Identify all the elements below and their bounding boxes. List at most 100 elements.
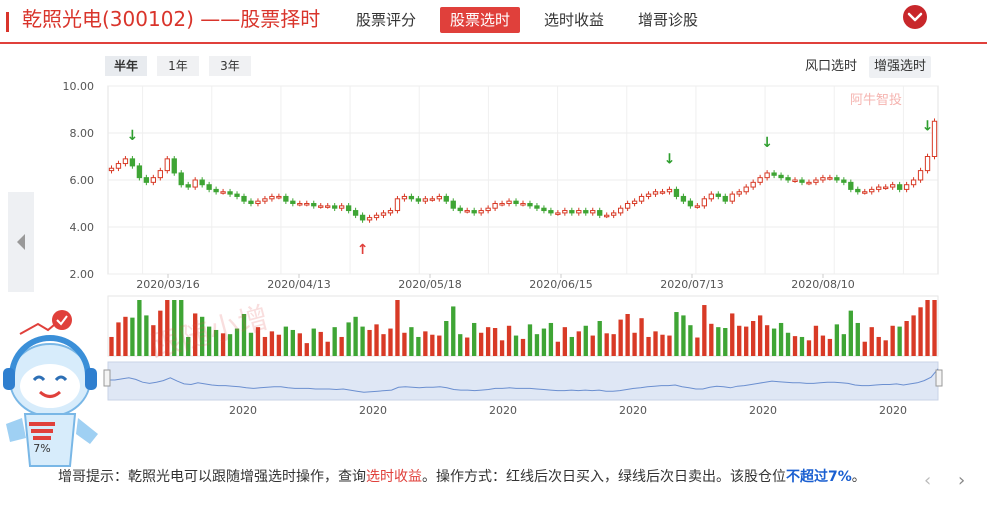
candle-down: [171, 158, 177, 174]
volume-bar: [555, 341, 561, 356]
candle-down: [785, 177, 791, 181]
previous-panel-button[interactable]: [8, 192, 34, 292]
range-half-year-button[interactable]: 半年: [105, 56, 147, 76]
y-tick-label: 10.00: [63, 80, 95, 93]
candle-up: [108, 167, 115, 172]
range-navigator[interactable]: 2020 2020 2020 2020 2020 2020: [103, 361, 943, 417]
volume-bar: [332, 327, 337, 356]
x-tick-label: 2020/04/13: [267, 278, 330, 291]
volume-bar: [890, 325, 895, 356]
next-tip-icon[interactable]: ›: [958, 470, 965, 491]
candle-down: [715, 193, 721, 197]
position-percent-label: 7%: [33, 442, 50, 455]
candle-down: [597, 210, 603, 216]
candle-down: [771, 172, 777, 176]
volume-bar: [911, 315, 916, 356]
previous-tip-icon[interactable]: ‹: [924, 470, 931, 491]
candle-down: [450, 200, 456, 209]
volume-bar: [764, 325, 770, 356]
candle-up: [757, 177, 763, 183]
volume-bar: [771, 328, 777, 356]
volume-bar: [841, 334, 847, 356]
volume-bar: [597, 321, 602, 356]
candle-down: [129, 158, 136, 167]
candle-up: [366, 217, 373, 221]
y-tick-label: 8.00: [70, 127, 95, 140]
candle-up: [562, 210, 568, 214]
volume-bar: [262, 336, 268, 356]
expand-menu-button[interactable]: [903, 5, 927, 29]
mode-trend-timing-button[interactable]: 风口选时: [800, 56, 862, 78]
x-tick-label: 2020/05/18: [398, 278, 461, 291]
volume-bar: [506, 325, 512, 356]
navigator-frame: [107, 361, 939, 401]
navigator-label: 2020: [359, 404, 387, 417]
candle-up: [729, 193, 735, 202]
buy-signal-arrow-icon: ↑: [357, 242, 369, 258]
navigator-label: 2020: [619, 404, 647, 417]
volume-bar: [451, 306, 456, 356]
candle-down: [541, 207, 547, 212]
range-3-year-button[interactable]: 3年: [209, 56, 251, 76]
volume-bar: [785, 332, 791, 356]
volume-bar: [848, 310, 853, 356]
candle-up: [750, 181, 756, 188]
volume-bar: [318, 331, 323, 356]
candle-up: [617, 207, 624, 214]
volume-bar: [339, 336, 344, 356]
position-limit-text: 不超过7%: [786, 469, 852, 485]
volume-bar: [116, 322, 121, 356]
candle-up: [883, 186, 889, 190]
volume-bar: [346, 322, 351, 356]
timing-returns-link[interactable]: 选时收益: [366, 469, 422, 485]
volume-bar: [918, 307, 923, 356]
volume-bar: [778, 322, 784, 356]
volume-bar: [604, 333, 609, 356]
x-tick-label: 2020/03/16: [136, 278, 199, 291]
candle-down: [443, 195, 449, 202]
volume-bar: [799, 336, 805, 356]
candle-down: [234, 193, 240, 197]
range-1-year-button[interactable]: 1年: [157, 56, 199, 76]
volume-bar: [325, 341, 330, 356]
tab-stock-timing[interactable]: 股票选时: [440, 7, 521, 33]
volume-bar: [353, 316, 358, 356]
volume-bar: [437, 335, 442, 356]
volume-bar: [813, 325, 819, 356]
candle-up: [485, 207, 491, 212]
volume-bar: [681, 315, 686, 356]
tab-timing-returns[interactable]: 选时收益: [534, 7, 614, 33]
candle-up: [666, 188, 673, 193]
volume-bar: [541, 328, 547, 356]
candle-up: [492, 203, 498, 209]
tab-stock-score[interactable]: 股票评分: [346, 7, 426, 33]
volume-bar: [695, 337, 700, 356]
mode-enhanced-timing-button[interactable]: 增强选时: [869, 56, 932, 78]
candle-up: [506, 200, 512, 205]
volume-bar: [639, 318, 644, 356]
candle-down: [457, 207, 463, 212]
tab-zengge-diagnosis[interactable]: 增哥诊股: [628, 7, 708, 33]
volume-bar: [395, 300, 400, 356]
candle-up: [436, 195, 442, 200]
candle-down: [687, 200, 694, 207]
volume-bar: [827, 338, 833, 356]
volume-bar: [290, 329, 295, 356]
candle-up: [276, 195, 282, 199]
candle-up: [876, 186, 882, 190]
volume-bar: [562, 327, 568, 356]
candle-up: [499, 203, 505, 206]
candle-up: [652, 191, 659, 195]
y-tick-label: 6.00: [70, 174, 95, 187]
volume-bar: [925, 300, 930, 356]
volume-bar: [534, 334, 540, 356]
tip-prefix: 增哥提示：乾照光电可以跟随增强选时操作，查询: [58, 469, 366, 485]
volume-bar: [485, 327, 491, 356]
navigator-label: 2020: [489, 404, 517, 417]
candle-down: [332, 205, 338, 209]
candle-up: [297, 203, 303, 206]
volume-bar: [513, 335, 519, 356]
candle-down: [799, 179, 805, 183]
tip-text: 增哥提示：乾照光电可以跟随增强选时操作，查询选时收益。操作方式：红线后次日买入，…: [58, 466, 948, 488]
volume-bar: [590, 335, 595, 356]
